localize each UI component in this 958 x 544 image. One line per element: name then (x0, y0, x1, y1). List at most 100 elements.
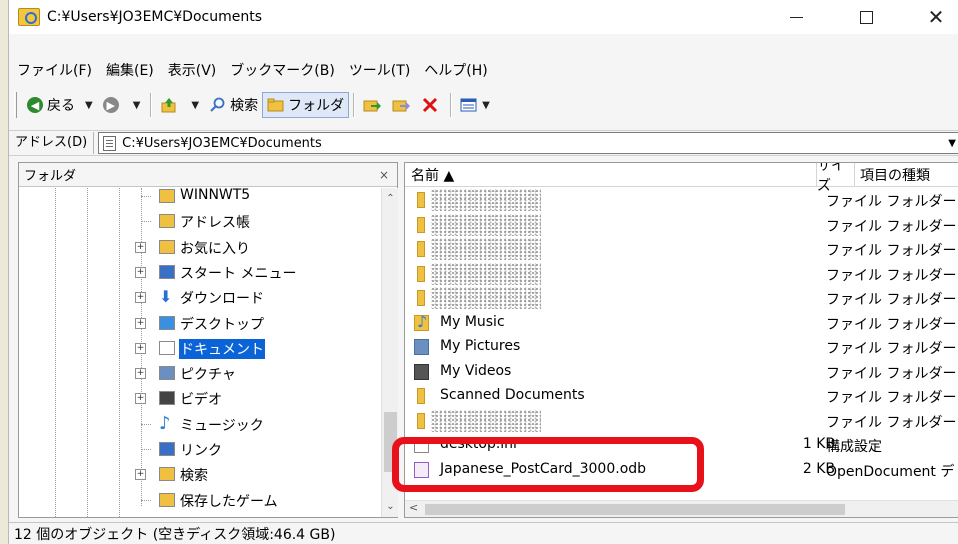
file-row[interactable]: ファイル フォルダー (405, 409, 958, 434)
folders-button[interactable]: フォルダ (262, 92, 350, 118)
scroll-thumb[interactable] (425, 504, 845, 515)
move-to-icon (363, 100, 382, 112)
address-input[interactable]: C:¥Users¥JO3EMC¥Documents ▼ (98, 132, 958, 154)
tree-connector (141, 449, 151, 450)
menu-edit[interactable]: 編集(E) (106, 60, 154, 80)
file-row[interactable]: Scanned Documents ファイル フォルダー (405, 384, 958, 409)
file-name: My Music (440, 313, 505, 330)
tree-item[interactable]: + ピクチャ (19, 361, 381, 386)
delete-button[interactable] (417, 92, 446, 118)
window-title: C:¥Users¥JO3EMC¥Documents (47, 9, 262, 25)
expand-icon[interactable]: + (135, 342, 146, 354)
tree-item[interactable]: ♪ ミュージック (19, 412, 381, 437)
file-row[interactable]: ファイル フォルダー (405, 237, 958, 262)
tree-item-label: 検索 (180, 468, 208, 485)
expand-icon[interactable]: + (135, 292, 146, 304)
column-header-size[interactable]: サイズ (817, 163, 855, 194)
status-text: 12 個のオブジェクト (空きディスク領域:46.4 GB) (14, 526, 336, 543)
column-header-type[interactable]: 項目の種類 (855, 163, 958, 187)
file-row[interactable]: ファイル フォルダー (405, 213, 958, 238)
file-row[interactable]: My Videos ファイル フォルダー (405, 360, 958, 385)
delete-icon (423, 97, 438, 113)
toolbar-separator (150, 93, 153, 117)
tree-item-label: ピクチャ (180, 367, 236, 384)
copy-to-button[interactable] (388, 92, 417, 118)
tree-item[interactable]: + ビデオ (19, 386, 381, 411)
back-arrow-icon: ◀ (27, 97, 43, 113)
menu-bookmarks[interactable]: ブックマーク(B) (230, 60, 335, 80)
tree-item[interactable]: + お気に入り (19, 235, 381, 260)
address-value: C:¥Users¥JO3EMC¥Documents (122, 135, 322, 151)
tree-item[interactable]: + スタート メニュー (19, 260, 381, 285)
expand-icon[interactable]: + (135, 393, 146, 405)
file-row[interactable]: My Pictures ファイル フォルダー (405, 335, 958, 360)
saved-games-icon (159, 492, 175, 507)
redacted-name (431, 409, 541, 432)
forward-button[interactable]: ▶ (99, 92, 127, 118)
close-button[interactable]: ✕ (913, 0, 958, 34)
maximize-button[interactable] (843, 0, 889, 34)
file-type: OpenDocument デ (826, 463, 955, 480)
back-button[interactable]: ◀ 戻る (23, 92, 79, 118)
folder-icon (417, 216, 425, 233)
file-type: ファイル フォルダー (826, 194, 957, 210)
copy-to-icon (392, 100, 411, 112)
scroll-down-icon[interactable]: ⌄ (382, 498, 399, 515)
scroll-up-icon[interactable]: ⌃ (382, 190, 399, 207)
file-row[interactable]: ファイル フォルダー (405, 286, 958, 311)
tree-item[interactable]: + 検索 (19, 462, 381, 487)
menu-file[interactable]: ファイル(F) (17, 60, 92, 80)
search-button[interactable]: 検索 (205, 92, 262, 118)
views-grid-icon (460, 98, 477, 112)
minimize-button[interactable] (773, 0, 819, 34)
expand-icon[interactable]: + (135, 266, 146, 278)
tree-item[interactable]: + ドキュメント (19, 336, 381, 361)
tree-item[interactable]: 保存したゲーム (19, 488, 381, 513)
folder-pane-close-icon[interactable]: × (379, 168, 389, 182)
music-icon: ♪ (159, 412, 171, 434)
search-icon (210, 97, 225, 112)
expand-icon[interactable]: + (135, 317, 146, 329)
column-header-name[interactable]: 名前 ▲ (405, 163, 817, 187)
move-to-button[interactable] (359, 92, 388, 118)
back-dropdown-icon[interactable]: ▼ (85, 100, 93, 111)
tree-item-label: WINNWT5 (180, 188, 251, 203)
tree-item[interactable]: アドレス帳 (19, 209, 381, 234)
documents-icon (103, 135, 117, 151)
menu-view[interactable]: 表示(V) (168, 60, 217, 80)
up-folder-button[interactable] (156, 92, 185, 118)
file-list-hscrollbar[interactable]: < (405, 500, 958, 517)
folder-icon (417, 388, 425, 404)
menu-tools[interactable]: ツール(T) (349, 60, 410, 80)
expand-icon[interactable]: + (135, 241, 146, 253)
menu-help[interactable]: ヘルプ(H) (424, 60, 487, 80)
file-row[interactable]: ファイル フォルダー (405, 188, 958, 213)
tree-item-label: お気に入り (180, 240, 250, 257)
documents-icon (159, 340, 175, 355)
toolbar: ◀ 戻る ▼ ▶ ▼ ▼ 検索 フォルダ ▼ (9, 89, 958, 121)
tree-item[interactable]: + デスクトップ (19, 311, 381, 336)
file-row[interactable]: ファイル フォルダー (405, 262, 958, 287)
tree-item[interactable]: WINNWT5 (19, 188, 381, 209)
address-dropdown-icon[interactable]: ▼ (948, 138, 956, 149)
address-book-icon (159, 214, 175, 229)
file-name: My Pictures (440, 338, 521, 354)
file-type: ファイル フォルダー (826, 390, 957, 406)
tree-item[interactable]: + ⬇ ダウンロード (19, 285, 381, 310)
tree-item[interactable]: リンク (19, 437, 381, 462)
file-row[interactable]: ♪ My Music ファイル フォルダー (405, 311, 958, 336)
forward-dropdown-icon[interactable]: ▼ (133, 100, 141, 111)
tree-connector (141, 196, 151, 197)
toolbar-grip[interactable] (14, 92, 17, 118)
views-button[interactable]: ▼ (456, 92, 494, 118)
file-type: ファイル フォルダー (826, 267, 957, 284)
title-bar[interactable]: C:¥Users¥JO3EMC¥Documents ✕ (9, 0, 958, 34)
up-dropdown-icon[interactable]: ▼ (191, 100, 199, 111)
expand-icon[interactable]: + (135, 469, 146, 481)
scroll-left-icon[interactable]: < (409, 501, 418, 514)
tree-item-label: デスクトップ (180, 316, 264, 333)
expand-icon[interactable]: + (135, 368, 146, 380)
folder-icon (159, 189, 175, 203)
highlight-box (392, 437, 704, 492)
file-type: ファイル フォルダー (826, 243, 957, 259)
